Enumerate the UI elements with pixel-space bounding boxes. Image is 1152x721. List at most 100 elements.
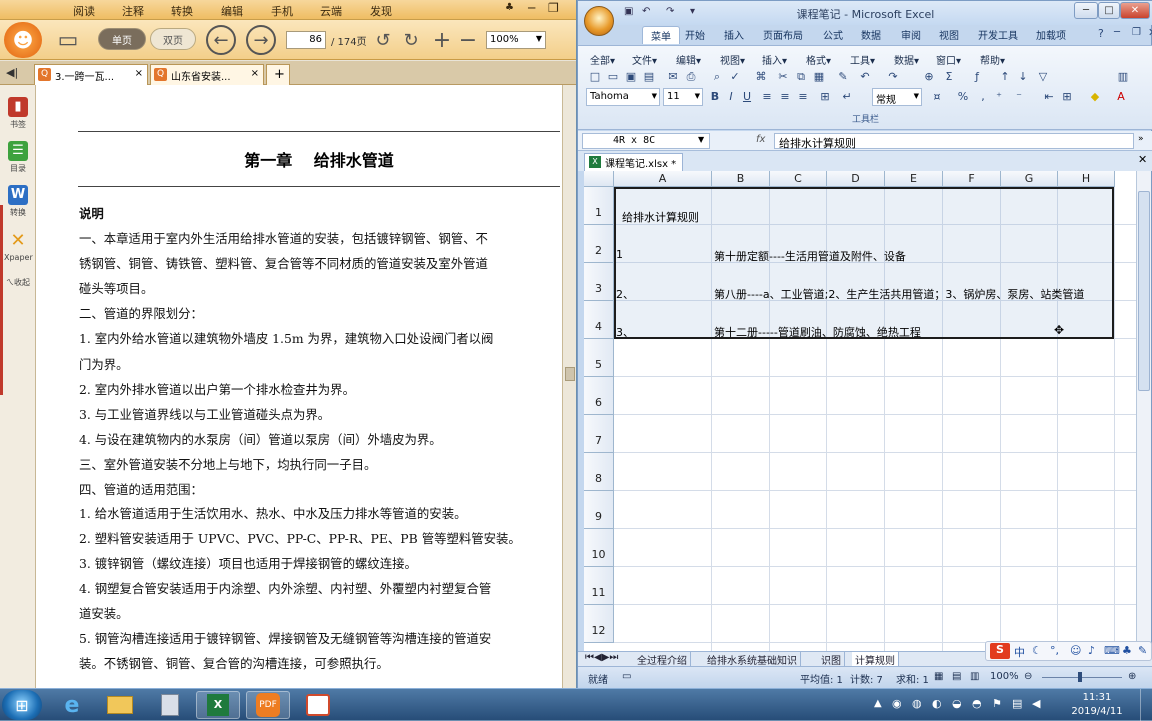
ribbon-tab-data[interactable]: 数据 (861, 27, 881, 42)
sort-descending-icon[interactable]: ↓ (1016, 70, 1030, 84)
currency-icon[interactable]: ¤ (930, 90, 944, 104)
start-button[interactable]: ⊞ (2, 690, 42, 720)
number-format-select[interactable]: 常规 ▼ (872, 88, 922, 106)
taskbar-calculator[interactable] (148, 691, 192, 719)
menu-convert[interactable]: 转换 (171, 3, 193, 19)
taskbar-excel[interactable]: X (196, 691, 240, 719)
row-header[interactable]: 7 (584, 415, 614, 453)
font-name-select[interactable]: Tahoma ▼ (586, 88, 660, 106)
cell-a3[interactable]: 2、 (616, 286, 634, 302)
cell-b2[interactable]: 第十册定额----生活用管道及附件、设备 (714, 248, 906, 264)
format-painter-icon[interactable]: ✎ (836, 70, 850, 84)
menu-file[interactable]: 文件▾ (632, 52, 657, 67)
double-page-button[interactable]: 双页 (150, 28, 196, 50)
increase-decimal-icon[interactable]: ⁺ (992, 90, 1006, 104)
undo-icon[interactable]: ↶ (858, 70, 872, 84)
ribbon-tab-insert[interactable]: 插入 (724, 27, 744, 42)
tray-app-icon[interactable]: ◍ (912, 697, 922, 710)
menu-phone[interactable]: 手机 (271, 3, 293, 19)
menu-annotate[interactable]: 注释 (122, 3, 144, 19)
column-header[interactable]: E (885, 171, 943, 187)
zoom-out-icon[interactable]: − (457, 28, 479, 53)
permission-icon[interactable]: ▤ (642, 70, 656, 84)
sort-ascending-icon[interactable]: ↑ (998, 70, 1012, 84)
menu-discover[interactable]: 发现 (370, 3, 392, 19)
new-tab-button[interactable]: + (266, 64, 290, 85)
settings-icon[interactable]: ✎ (1138, 644, 1147, 657)
flag-icon[interactable]: ⚑ (992, 697, 1002, 710)
zoom-level[interactable]: 100% (990, 671, 1019, 682)
menu-tools[interactable]: 工具▾ (850, 52, 875, 67)
open-icon[interactable]: ▭ (606, 70, 620, 84)
cell-a2[interactable]: 1 (616, 248, 623, 261)
tray-app-icon[interactable]: ◓ (972, 697, 982, 710)
sheet-nav-icons[interactable]: ⏮◀▶⏭ (582, 652, 621, 666)
moon-icon[interactable]: ☾ (1032, 644, 1042, 657)
decrease-decimal-icon[interactable]: ⁻ (1012, 90, 1026, 104)
gift-icon[interactable]: ♣ (505, 2, 514, 13)
open-folder-icon[interactable]: ▭ (52, 26, 84, 54)
spelling-icon[interactable]: ✓ (728, 70, 742, 84)
taskbar-explorer[interactable] (98, 691, 142, 719)
taskbar-app[interactable] (296, 691, 340, 719)
row-header[interactable]: 8 (584, 453, 614, 491)
sidebar-collapse[interactable]: ㄟ收起 (4, 277, 32, 288)
ribbon-tab-addins[interactable]: 加载项 (1036, 27, 1066, 42)
ribbon-tab-developer[interactable]: 开发工具 (978, 27, 1018, 42)
sidebar-toc[interactable]: ☰ 目录 (4, 141, 32, 174)
tray-app-icon[interactable]: ◉ (892, 697, 902, 710)
row-header[interactable]: 6 (584, 377, 614, 415)
zoom-out-icon[interactable]: ⊖ (1024, 671, 1032, 682)
scroll-thumb[interactable] (565, 367, 575, 381)
menu-read[interactable]: 阅读 (73, 3, 95, 19)
scroll-thumb[interactable] (1138, 191, 1150, 391)
row-header[interactable]: 9 (584, 491, 614, 529)
volume-icon[interactable]: ◀ (1032, 697, 1040, 710)
comma-style-icon[interactable]: , (976, 90, 990, 104)
tab-document-1[interactable]: Q 3.一跨一瓦... × (34, 64, 148, 85)
ribbon-tab-review[interactable]: 审阅 (901, 27, 921, 42)
menu-edit[interactable]: 编辑 (221, 3, 243, 19)
paste-icon[interactable]: ▦ (812, 70, 826, 84)
clock-time[interactable]: 11:31 (1062, 692, 1132, 703)
microphone-icon[interactable]: ♪ (1088, 644, 1095, 657)
ribbon-tab-view[interactable]: 视图 (939, 27, 959, 42)
doc-restore-icon[interactable]: ❐ (1132, 27, 1141, 38)
sidebar-convert[interactable]: W 转换 (4, 185, 32, 218)
autosum-icon[interactable]: Σ (942, 70, 956, 84)
app-logo-icon[interactable]: ☻ (4, 22, 42, 58)
close-icon[interactable]: × (251, 68, 259, 79)
row-header[interactable]: 5 (584, 339, 614, 377)
hyperlink-icon[interactable]: ⊕ (922, 70, 936, 84)
new-file-icon[interactable]: □ (588, 70, 602, 84)
cell-b4[interactable]: 第十二册-----管道刷油、防腐蚀、绝热工程 (714, 324, 921, 340)
column-header[interactable]: A (614, 171, 712, 187)
row-header[interactable]: 3 (584, 263, 614, 301)
rotate-right-icon[interactable]: ↻ (400, 29, 422, 51)
zoom-in-icon[interactable]: + (431, 28, 453, 53)
filter-icon[interactable]: ▽ (1036, 70, 1050, 84)
align-center-icon[interactable]: ≡ (778, 90, 792, 104)
research-icon[interactable]: ⌘ (754, 70, 768, 84)
restore-icon[interactable]: ❐ (548, 1, 559, 15)
merge-center-icon[interactable]: ⊞ (818, 90, 832, 104)
close-workbook-icon[interactable]: ✕ (1138, 153, 1147, 166)
sidebar-xpaper[interactable]: ✕ Xpaper (4, 231, 33, 263)
show-hidden-icon[interactable]: ▲ (874, 698, 882, 709)
column-header[interactable]: H (1058, 171, 1115, 187)
ime-mode[interactable]: 中 (1014, 644, 1025, 660)
doc-close-icon[interactable]: ✕ (1148, 26, 1152, 39)
taskbar-pdf[interactable]: PDF (246, 691, 290, 719)
sogou-icon[interactable]: S (990, 643, 1010, 659)
align-left-icon[interactable]: ≡ (760, 90, 774, 104)
menu-format[interactable]: 格式▾ (806, 52, 831, 67)
cell-a1[interactable]: 给排水计算规则 (622, 209, 699, 225)
ribbon-tab-home[interactable]: 开始 (685, 27, 705, 42)
name-box[interactable]: 4R x 8C (582, 133, 710, 149)
sheet-tab-3[interactable]: 识图 (818, 652, 845, 667)
save-icon[interactable]: ▣ (624, 70, 638, 84)
ribbon-tab-page-layout[interactable]: 页面布局 (763, 27, 803, 42)
function-icon[interactable]: ƒ (970, 70, 984, 84)
font-size-select[interactable]: 11 ▼ (663, 88, 703, 106)
email-icon[interactable]: ✉ (666, 70, 680, 84)
